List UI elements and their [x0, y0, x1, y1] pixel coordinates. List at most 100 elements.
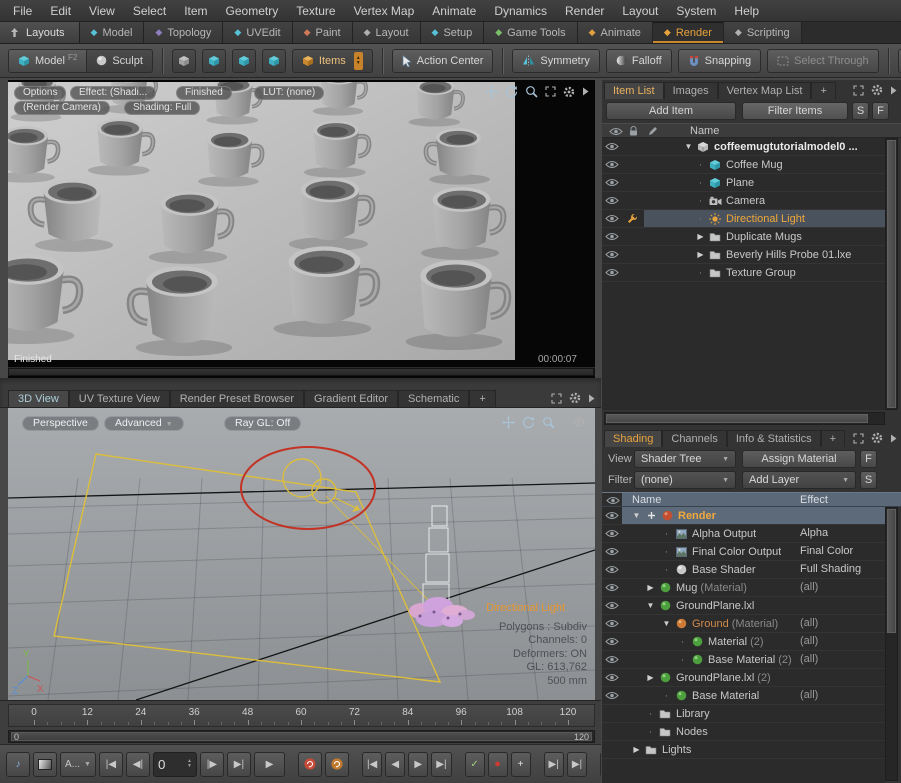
panel-menu-arrow-icon[interactable]	[890, 434, 897, 443]
step-forward-button[interactable]: ▶	[408, 752, 428, 777]
item-row-plane[interactable]: · Plane	[602, 174, 885, 192]
visibility-eye-icon[interactable]	[602, 268, 622, 277]
selection-mode-edges-button[interactable]	[202, 49, 226, 73]
selection-mode-polygons-button[interactable]	[232, 49, 256, 73]
shader-row-ground-material[interactable]: ▼ Ground (Material) (all)	[602, 615, 885, 633]
falloff-dropdown[interactable]: Falloff	[606, 49, 672, 73]
visibility-eye-icon[interactable]	[602, 691, 622, 700]
shading-s-button[interactable]: S	[860, 471, 877, 489]
item-list-tab-vertex-map-list[interactable]: Vertex Map List	[718, 82, 812, 99]
item-row-coffeemugtutorialmodel0[interactable]: ▼ coffeemugtutorialmodel0 ...	[602, 138, 885, 156]
go-to-end-button[interactable]: ▶|	[227, 752, 251, 777]
tree-expander[interactable]: ▶	[644, 583, 657, 592]
layout-tab-topology[interactable]: ◆Topology	[144, 22, 223, 43]
item-row-duplicate-mugs[interactable]: ▶ Duplicate Mugs	[602, 228, 885, 246]
visibility-eye-icon[interactable]	[602, 511, 622, 520]
previous-keyframe-button[interactable]: ◀|	[126, 752, 150, 777]
shader-row-groundplane-lxl-2[interactable]: ▶ GroundPlane.lxl (2)	[602, 669, 885, 687]
next-marker-button[interactable]: ▶|	[544, 752, 564, 777]
item-list-tab-x[interactable]: +	[811, 82, 835, 99]
visibility-eye-icon[interactable]	[602, 601, 622, 610]
item-list-tab-images[interactable]: Images	[664, 82, 718, 99]
visibility-eye-icon[interactable]	[602, 547, 622, 556]
layout-tab-layout[interactable]: ◆Layout	[353, 22, 421, 43]
menu-render[interactable]: Render	[556, 1, 613, 21]
tree-expander[interactable]: ▶	[644, 673, 657, 682]
selection-mode-vertices-button[interactable]	[172, 49, 196, 73]
audio-button[interactable]: ♪	[6, 752, 30, 777]
rotate-icon[interactable]	[505, 85, 518, 98]
shader-row-library[interactable]: · Library	[602, 705, 885, 723]
gear-icon[interactable]	[871, 432, 883, 444]
model-mode-button[interactable]: Model F2	[8, 49, 87, 73]
item-render-toggle-cell[interactable]	[622, 213, 642, 224]
panel-menu-arrow-icon[interactable]	[582, 87, 589, 96]
shader-row-base-shader[interactable]: · Base Shader Full Shading	[602, 561, 885, 579]
menu-help[interactable]: Help	[725, 1, 768, 21]
item-row-coffee-mug[interactable]: · Coffee Mug	[602, 156, 885, 174]
tree-expander[interactable]: ▼	[644, 601, 657, 610]
menu-animate[interactable]: Animate	[423, 1, 485, 21]
shader-view-dropdown[interactable]: Shader Tree▼	[634, 450, 736, 468]
tree-expander[interactable]: ▼	[660, 619, 673, 628]
tree-expander[interactable]: ▶	[694, 232, 707, 241]
item-list-vertical-scrollbar[interactable]	[885, 138, 898, 410]
visibility-eye-icon[interactable]	[602, 232, 622, 241]
gear-icon[interactable]	[569, 392, 581, 404]
tree-expander[interactable]: ▼	[682, 142, 695, 151]
shading-tab-channels[interactable]: Channels	[662, 430, 726, 447]
visibility-eye-icon[interactable]	[602, 178, 622, 187]
spinner-arrows[interactable]: ▲▼	[187, 759, 192, 769]
menu-file[interactable]: File	[4, 1, 41, 21]
item-row-beverly-hills-probe-01-lxe[interactable]: ▶ Beverly Hills Probe 01.lxe	[602, 246, 885, 264]
timeline-range-bar[interactable]: 0 120	[8, 730, 595, 743]
zoom-icon[interactable]	[542, 416, 555, 429]
symmetry-dropdown[interactable]: Symmetry	[512, 49, 600, 73]
shader-row-alpha-output[interactable]: · Alpha Output Alpha	[602, 525, 885, 543]
visibility-eye-icon[interactable]	[602, 196, 622, 205]
viewport-tab-render-preset-browser[interactable]: Render Preset Browser	[170, 390, 304, 407]
shader-tree-vertical-scrollbar[interactable]	[885, 507, 898, 781]
timeline-range-thumb[interactable]	[11, 732, 592, 741]
visibility-eye-icon[interactable]	[602, 619, 622, 628]
step-back-button[interactable]: ◀	[385, 752, 405, 777]
visibility-eye-icon[interactable]	[602, 214, 622, 223]
visibility-eye-icon[interactable]	[602, 142, 622, 151]
render-options-pill[interactable]: Options	[14, 86, 66, 100]
render-shading-pill[interactable]: Shading: Full	[124, 101, 200, 115]
visibility-eye-icon[interactable]	[602, 250, 622, 259]
next-keyframe-button[interactable]: |▶	[200, 752, 224, 777]
viewport-tab-schematic[interactable]: Schematic	[398, 390, 469, 407]
layouts-dropdown[interactable]: Layouts	[0, 22, 80, 43]
panel-menu-arrow-icon[interactable]	[890, 86, 897, 95]
viewport-tab-gradient-editor[interactable]: Gradient Editor	[304, 390, 398, 407]
visibility-eye-icon[interactable]	[602, 583, 622, 592]
layout-tab-render[interactable]: ◆Render	[653, 22, 724, 43]
pan-icon[interactable]	[502, 416, 515, 429]
render-finished-pill[interactable]: Finished	[176, 86, 232, 100]
timeline-ruler[interactable]: 01224364860728496108120	[8, 704, 595, 727]
menu-item[interactable]: Item	[175, 1, 216, 21]
expand-panel-icon[interactable]	[545, 86, 556, 97]
shading-style-dropdown[interactable]: Advanced▼	[104, 416, 184, 431]
tree-expander[interactable]: ▶	[630, 745, 643, 754]
shading-tab-info-statistics[interactable]: Info & Statistics	[727, 430, 821, 447]
shader-filter-dropdown[interactable]: (none)▼	[634, 471, 736, 489]
menu-texture[interactable]: Texture	[287, 1, 344, 21]
animation-override-button[interactable]	[325, 752, 349, 777]
item-list-horizontal-scrollbar[interactable]	[604, 412, 885, 425]
layout-tab-game-tools[interactable]: ◆Game Tools	[484, 22, 577, 43]
shading-tab-shading[interactable]: Shading	[604, 430, 662, 447]
viewport-tab-x[interactable]: +	[469, 390, 495, 407]
render-camera-pill[interactable]: (Render Camera)	[14, 101, 110, 115]
render-viewport[interactable]: Options Effect: (Shadi... Finished LUT: …	[8, 80, 595, 378]
actor-dropdown[interactable]: A...▼	[60, 752, 96, 777]
tree-expander[interactable]: ▼	[630, 511, 643, 520]
raygl-toggle[interactable]: Ray GL: Off	[224, 416, 301, 431]
auto-key-button[interactable]	[298, 752, 322, 777]
menu-geometry[interactable]: Geometry	[217, 1, 288, 21]
visibility-eye-icon[interactable]	[602, 160, 622, 169]
expand-panel-icon[interactable]	[853, 85, 864, 96]
rotate-icon[interactable]	[522, 416, 535, 429]
envelope-editor-button[interactable]	[33, 752, 57, 777]
